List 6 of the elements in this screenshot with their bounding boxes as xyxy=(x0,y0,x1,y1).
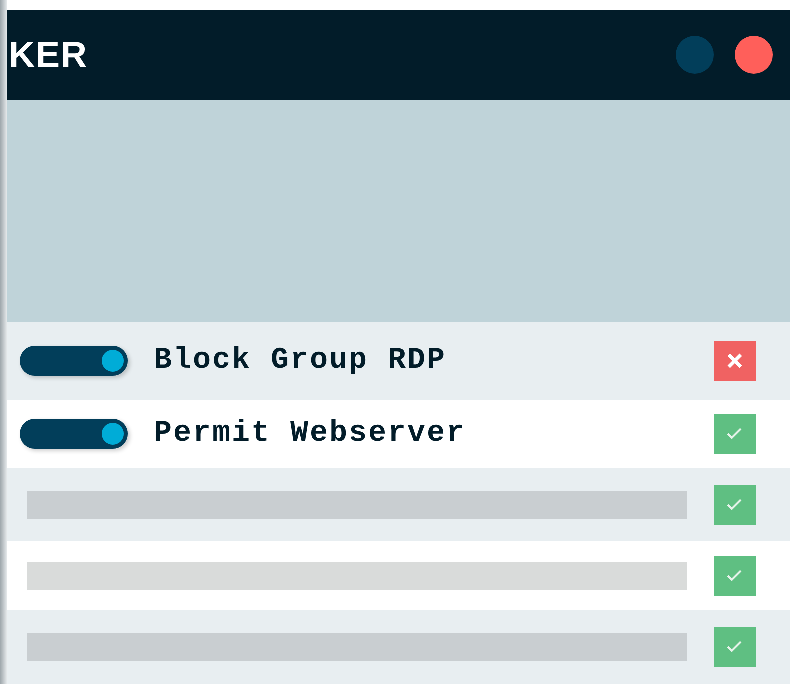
toggle-switch[interactable] xyxy=(20,346,128,376)
rule-name: Permit Webserver xyxy=(154,416,466,452)
app-title: KER xyxy=(9,33,90,77)
rule-name: Block Group RDP xyxy=(154,342,447,380)
toggle-switch[interactable] xyxy=(20,419,128,449)
window-button[interactable] xyxy=(735,36,773,74)
